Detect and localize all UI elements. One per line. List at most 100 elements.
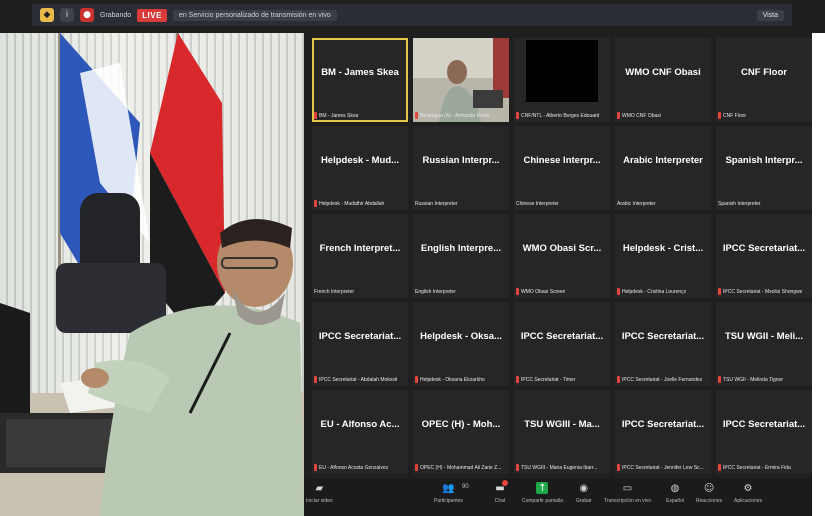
record-label: Grabar: [576, 498, 592, 504]
reactions-button[interactable]: ☺ Reacciones: [696, 482, 722, 505]
muted-mic-icon: [516, 112, 519, 119]
participant-display-name: WMO Obasi Scr...: [522, 242, 602, 254]
participant-tile[interactable]: IPCC Secretariat... IPCC Secretariat - Ti…: [514, 302, 610, 386]
participant-tile[interactable]: CNF Floor CNF Floor: [716, 38, 812, 122]
record-status-icon: ●: [80, 8, 94, 22]
chat-bubble-icon: ▬: [494, 480, 508, 494]
participant-name-tag: EU - Alfonso Acosta Gonzalvez: [314, 464, 406, 471]
participant-label: IPCC Secretariat - Ermira Fida: [723, 464, 791, 471]
participant-tile[interactable]: Spanish Interpr... Spanish Interpreter: [716, 126, 812, 210]
participant-tile[interactable]: IPCC Secretariat... IPCC Secretariat - Mx…: [716, 214, 812, 298]
participant-display-name: CNF Floor: [741, 66, 787, 78]
muted-mic-icon: [415, 464, 418, 471]
participant-name-tag: IPCC Secretariat - Ermira Fida: [718, 464, 810, 471]
zoom-meeting-window: ◆ i ● Grabando LIVE en Servicio personal…: [0, 0, 825, 516]
participant-tile[interactable]: EU - Alfonso Ac... EU - Alfonso Acosta Go…: [312, 390, 408, 474]
participant-name-tag: CNF Floor: [718, 112, 810, 119]
participant-label: Helpdesk - Cristina Lourenço: [622, 288, 687, 295]
emoji-icon: ☺: [703, 482, 715, 494]
participant-tile[interactable]: BM - James Skea BM - James Skea: [312, 38, 408, 122]
muted-mic-icon: [516, 464, 519, 471]
participant-label: IPCC Secretariat - Joelle Fernandez: [622, 376, 703, 383]
participant-label: English Interpreter: [415, 289, 456, 295]
live-badge: LIVE: [137, 8, 167, 22]
participant-tile[interactable]: OPEC (H) - Moh... OPEC (H) - Mohammad Ali…: [413, 390, 509, 474]
participant-name-tag: Spanish Interpreter: [718, 201, 810, 207]
participants-label: Participantes: [434, 498, 463, 504]
muted-mic-icon: [617, 288, 620, 295]
people-icon: 👥: [442, 482, 455, 494]
participant-label: IPCC Secretariat - Mxolisi Shongwe: [723, 288, 803, 295]
chat-button[interactable]: ▬ Chat: [494, 480, 508, 504]
muted-mic-icon: [718, 288, 721, 295]
participant-tile[interactable]: Helpdesk - Crist... Helpdesk - Cristina L…: [615, 214, 711, 298]
meeting-toolbar: ▰ Iniciar video 👥 Participantes 90 ▬ Cha…: [304, 478, 825, 516]
participant-display-name: Helpdesk - Oksa...: [420, 330, 502, 342]
participant-tile[interactable]: Nicaragua (A) - Armando Rossi: [413, 38, 509, 122]
participant-label: French Interpreter: [314, 289, 355, 295]
participant-tile[interactable]: WMO CNF Obasi WMO CNF Obasi: [615, 38, 711, 122]
participant-name-tag: WMO Obasi Screen: [516, 288, 608, 295]
participant-tile[interactable]: IPCC Secretariat... IPCC Secretariat - Ab…: [312, 302, 408, 386]
participant-tile[interactable]: French Interpret... French Interpreter: [312, 214, 408, 298]
muted-mic-icon: [718, 376, 721, 383]
participant-label: EU - Alfonso Acosta Gonzalvez: [319, 464, 389, 471]
participant-name-tag: CNF/NTL - Alberto Borges Edouard: [516, 112, 608, 119]
participant-display-name: [415, 38, 507, 106]
security-icon[interactable]: ◆: [40, 8, 54, 22]
participant-tile[interactable]: IPCC Secretariat... IPCC Secretariat - Je…: [615, 390, 711, 474]
muted-mic-icon: [516, 288, 519, 295]
participant-tile[interactable]: WMO Obasi Scr... WMO Obasi Screen: [514, 214, 610, 298]
muted-mic-icon: [718, 112, 721, 119]
participant-display-name: TSU WGII - Meli...: [724, 330, 804, 342]
apps-label: Aplicaciones: [734, 498, 763, 504]
cc-icon: ▭: [622, 482, 633, 494]
participant-tile[interactable]: TSU WGIII - Ma... TSU WGIII - Maria Eugen…: [514, 390, 610, 474]
apps-icon: ⚙: [743, 482, 753, 494]
participant-tile[interactable]: CNF/NTL - Alberto Borges Edouard: [514, 38, 610, 122]
participant-tile[interactable]: Arabic Interpreter Arabic Interpreter: [615, 126, 711, 210]
share-screen-icon: ↑: [536, 482, 549, 494]
participant-tile[interactable]: IPCC Secretariat... IPCC Secretariat - Jo…: [615, 302, 711, 386]
participant-label: Helpdesk - Mudathir Abdallah: [319, 200, 385, 207]
live-transcript-button[interactable]: ▭ Transcripción en vivo: [604, 482, 651, 505]
apps-button[interactable]: ⚙ Aplicaciones: [734, 482, 763, 505]
participant-tile[interactable]: Helpdesk - Mud... Helpdesk - Mudathir Abd…: [312, 126, 408, 210]
participant-label: WMO Obasi Screen: [521, 288, 566, 295]
participant-name-tag: Russian Interpreter: [415, 201, 507, 207]
participant-name-tag: Helpdesk - Mudathir Abdallah: [314, 200, 406, 207]
participant-display-name: Helpdesk - Crist...: [622, 242, 704, 254]
participant-display-name: OPEC (H) - Moh...: [421, 418, 501, 430]
participant-tile[interactable]: TSU WGII - Meli... TSU WGII - Melinda Tig…: [716, 302, 812, 386]
participant-label: Chinese Interpreter: [516, 201, 559, 207]
participant-tile[interactable]: English Interpre... English Interpreter: [413, 214, 509, 298]
recording-label: Grabando: [100, 11, 132, 19]
record-button[interactable]: ◉ Grabar: [576, 482, 592, 505]
share-screen-label: Compartir pantalla: [522, 498, 563, 504]
info-icon[interactable]: i: [60, 8, 74, 22]
participant-name-tag: Nicaragua (A) - Armando Rossi: [415, 112, 507, 119]
participant-name-tag: TSU WGIII - Maria Eugenia Ibarr...: [516, 464, 608, 471]
participants-button[interactable]: 👥 Participantes: [434, 482, 463, 505]
participant-tile[interactable]: IPCC Secretariat... IPCC Secretariat - Er…: [716, 390, 812, 474]
participant-name-tag: IPCC Secretariat - Jennifer Lew Sc...: [617, 464, 709, 471]
participant-label: IPCC Secretariat - Jennifer Lew Sc...: [622, 464, 704, 471]
participant-tile[interactable]: Chinese Interpr... Chinese Interpreter: [514, 126, 610, 210]
participant-name-tag: Helpdesk - Cristina Lourenço: [617, 288, 709, 295]
speaker-scene: [0, 33, 304, 516]
stream-destination[interactable]: en Servicio personalizado de transmisión…: [172, 9, 337, 21]
participant-tile[interactable]: Russian Interpr... Russian Interpreter: [413, 126, 509, 210]
muted-mic-icon: [314, 200, 317, 207]
participant-display-name: EU - Alfonso Ac...: [320, 418, 400, 430]
participant-video-off: [526, 40, 598, 102]
participant-display-name: IPCC Secretariat...: [722, 242, 806, 254]
share-screen-button[interactable]: ↑ Compartir pantalla: [522, 482, 563, 504]
participant-name-tag: TSU WGII - Melinda Tignor: [718, 376, 810, 383]
start-video-button[interactable]: ▰ Iniciar video: [306, 482, 333, 505]
participant-name-tag: OPEC (H) - Mohammad Ali Zarie Z...: [415, 464, 507, 471]
participant-label: WMO CNF Obasi: [622, 112, 661, 119]
speaker-video[interactable]: [0, 33, 304, 516]
participant-tile[interactable]: Helpdesk - Oksa... Helpdesk - Oksana Ekza…: [413, 302, 509, 386]
language-button[interactable]: ◍ Español: [666, 482, 684, 505]
view-button[interactable]: Vista: [756, 9, 784, 21]
